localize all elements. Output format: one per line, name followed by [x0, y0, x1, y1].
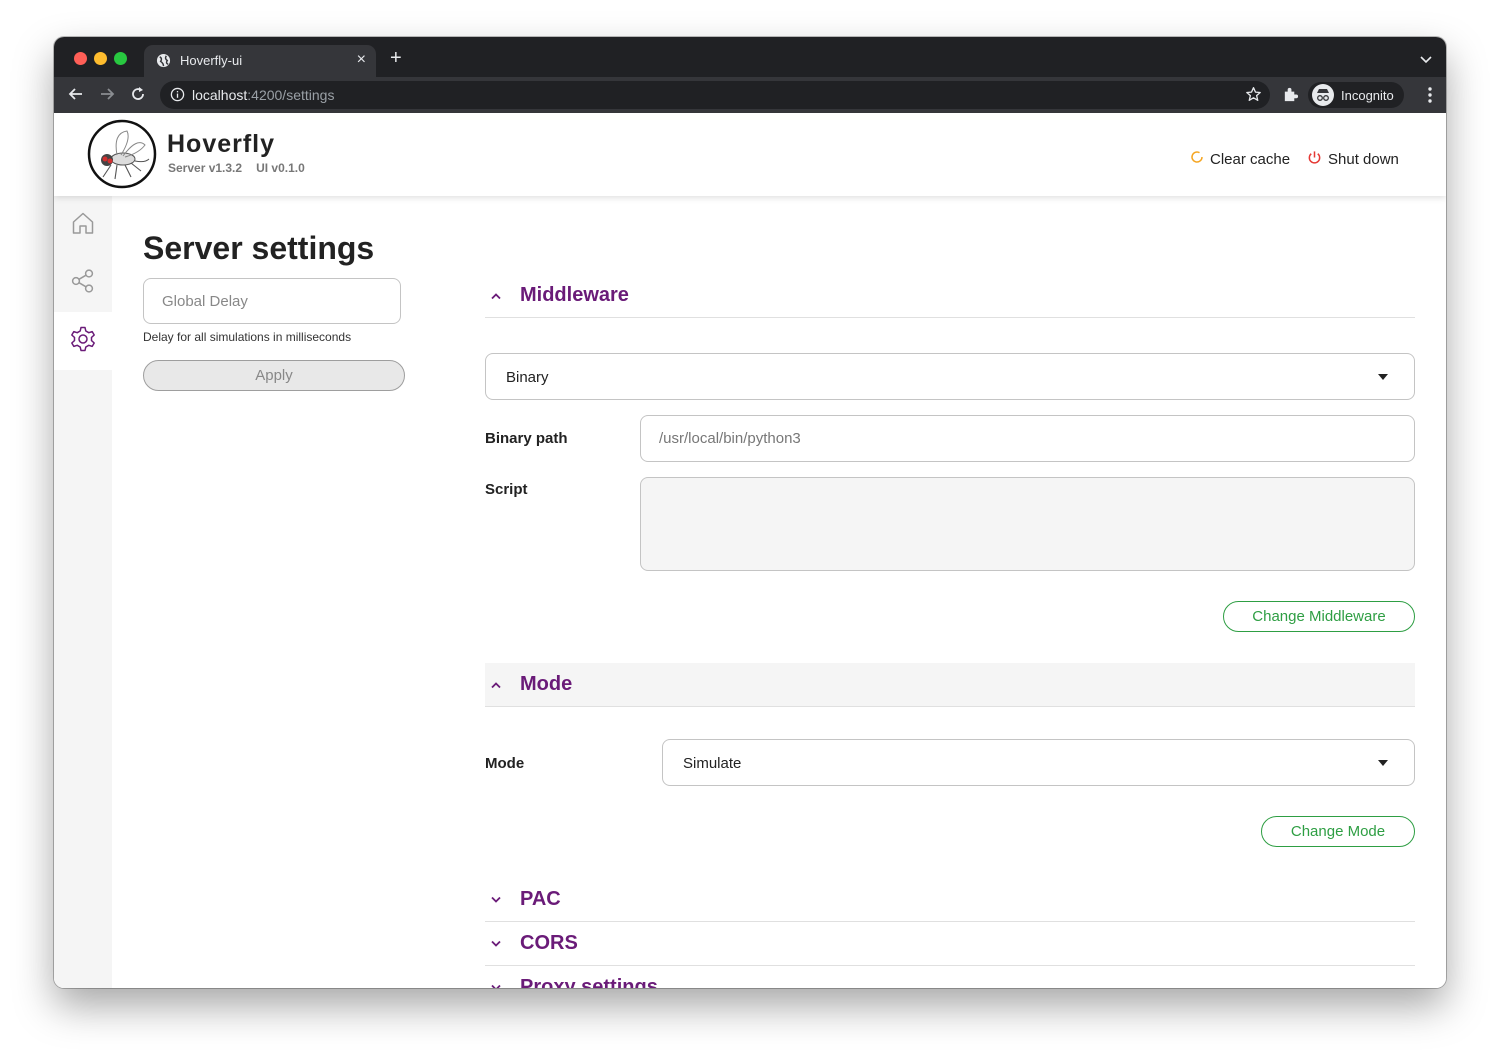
clear-cache-button[interactable]: Clear cache: [1190, 150, 1290, 168]
shut-down-label: Shut down: [1328, 151, 1399, 168]
close-tab-icon[interactable]: ×: [357, 51, 366, 69]
middleware-type-value: Binary: [506, 369, 549, 386]
section-proxy-header[interactable]: Proxy settings: [485, 966, 1415, 988]
clear-cache-label: Clear cache: [1210, 150, 1291, 168]
browser-tab[interactable]: Hoverfly-ui ×: [144, 45, 376, 77]
share-icon: [70, 268, 96, 299]
browser-window: Hoverfly-ui × + localhost:4200/settings: [54, 37, 1446, 988]
binary-path-label: Binary path: [485, 430, 568, 447]
url-text: localhost:4200/settings: [192, 87, 334, 103]
new-tab-icon[interactable]: +: [390, 48, 402, 68]
change-middleware-button[interactable]: Change Middleware: [1223, 601, 1415, 632]
shut-down-button[interactable]: Shut down: [1307, 150, 1399, 169]
close-window-button[interactable]: [74, 52, 87, 65]
section-mode-title: Mode: [520, 673, 573, 695]
sidebar-item-home[interactable]: [54, 196, 112, 254]
browser-tab-bar: Hoverfly-ui × +: [54, 37, 1446, 77]
global-delay-input[interactable]: [143, 278, 401, 324]
section-pac-title: PAC: [520, 888, 561, 910]
gear-icon: [69, 325, 97, 358]
section-mode-header[interactable]: Mode: [485, 663, 1415, 707]
chevron-down-icon: [485, 984, 520, 988]
browser-menu-icon[interactable]: [1428, 87, 1432, 108]
url-path: :4200/settings: [247, 87, 335, 103]
sidebar-item-share[interactable]: [54, 254, 112, 312]
version-info: Server v1.3.2 UI v0.1.0: [168, 161, 305, 175]
apply-button[interactable]: Apply: [143, 360, 405, 391]
minimize-window-button[interactable]: [94, 52, 107, 65]
section-cors-title: CORS: [520, 932, 578, 954]
global-delay-hint: Delay for all simulations in millisecond…: [143, 330, 352, 344]
section-cors-header[interactable]: CORS: [485, 922, 1415, 966]
sidebar: [54, 196, 112, 988]
reload-icon[interactable]: [129, 85, 147, 108]
browser-toolbar: localhost:4200/settings Incognito: [54, 77, 1446, 113]
section-proxy-title: Proxy settings: [520, 976, 658, 988]
chevron-down-icon: [485, 896, 520, 904]
chevron-up-icon: [485, 292, 520, 300]
binary-path-input[interactable]: [640, 415, 1415, 462]
bookmark-star-icon[interactable]: [1245, 86, 1262, 108]
dropdown-arrow-icon: [1378, 760, 1388, 766]
section-middleware-title: Middleware: [520, 284, 629, 306]
mode-value: Simulate: [683, 755, 742, 772]
dropdown-arrow-icon: [1378, 374, 1388, 380]
mode-select[interactable]: Simulate: [662, 739, 1415, 786]
brand-name: Hoverfly: [167, 130, 276, 158]
refresh-icon: [1190, 150, 1204, 168]
section-pac-header[interactable]: PAC: [485, 878, 1415, 922]
ui-version: UI v0.1.0: [256, 161, 305, 175]
page-title: Server settings: [143, 230, 375, 266]
script-label: Script: [485, 481, 528, 498]
middleware-type-select[interactable]: Binary: [485, 353, 1415, 400]
profile-button[interactable]: Incognito: [1308, 82, 1404, 108]
app-header: Hoverfly Server v1.3.2 UI v0.1.0 Clear ca…: [54, 113, 1446, 196]
power-icon: [1307, 150, 1322, 169]
chevron-down-icon: [485, 940, 520, 948]
sidebar-item-settings[interactable]: [54, 312, 112, 370]
change-mode-button[interactable]: Change Mode: [1261, 816, 1415, 847]
back-icon[interactable]: [67, 85, 85, 108]
section-middleware-header[interactable]: Middleware: [485, 274, 1415, 318]
url-host: localhost: [192, 87, 248, 103]
tab-search-icon[interactable]: [1420, 51, 1432, 69]
maximize-window-button[interactable]: [114, 52, 127, 65]
profile-label: Incognito: [1341, 88, 1394, 103]
forward-icon[interactable]: [98, 85, 116, 108]
site-info-icon[interactable]: [170, 87, 185, 107]
tab-title: Hoverfly-ui: [180, 53, 243, 68]
app-viewport: Hoverfly Server v1.3.2 UI v0.1.0 Clear ca…: [54, 113, 1446, 988]
home-icon: [70, 210, 96, 241]
extensions-icon[interactable]: [1282, 86, 1299, 108]
server-version: Server v1.3.2: [168, 161, 243, 175]
script-textarea[interactable]: [640, 477, 1415, 571]
globe-icon: [156, 53, 171, 73]
incognito-icon: [1312, 84, 1334, 106]
hoverfly-logo[interactable]: [87, 119, 157, 189]
address-bar[interactable]: localhost:4200/settings: [160, 81, 1270, 109]
chevron-up-icon: [485, 681, 520, 689]
mode-label: Mode: [485, 755, 525, 772]
